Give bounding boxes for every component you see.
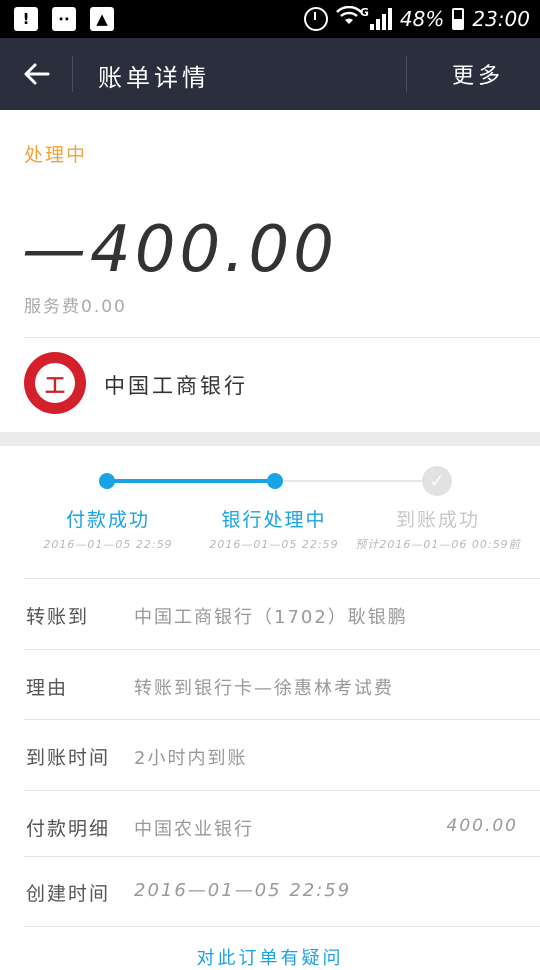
icbc-logo-icon: 工: [24, 352, 86, 414]
status-label: 处理中: [24, 144, 88, 166]
battery-icon: [452, 7, 465, 30]
progress-step-arrived: 到账成功 预计2016—01—06 00:59前: [353, 505, 523, 552]
progress-track-pending: [275, 480, 437, 482]
section-gap: [0, 432, 540, 446]
divider: [24, 578, 540, 579]
detail-value-payment: 中国农业银行: [134, 819, 254, 840]
divider: [24, 337, 540, 338]
progress-track-complete: [107, 479, 275, 483]
question-link[interactable]: 对此订单有疑问: [0, 944, 540, 970]
bank-name: 中国工商银行: [104, 374, 248, 398]
step-label: 到账成功: [395, 509, 480, 531]
page-title: 账单详情: [98, 64, 210, 92]
divider: [24, 719, 540, 720]
battery-percent: 48%: [399, 6, 445, 31]
divider: [24, 926, 540, 927]
detail-label-created: 创建时间: [26, 883, 111, 905]
detail-value-reason: 转账到银行卡—徐惠林考试费: [134, 678, 394, 699]
amount: —400.00: [22, 213, 338, 287]
divider: [24, 649, 540, 650]
detail-value-arrival: 2小时内到账: [134, 748, 248, 769]
detail-value-created: 2016—01—05 22:59: [134, 880, 352, 901]
divider: [24, 790, 540, 791]
more-button[interactable]: 更多: [452, 58, 504, 90]
check-icon: ✓: [422, 466, 452, 496]
step-time: 2016—01—05 22:59: [209, 538, 339, 551]
service-fee: 服务费0.00: [24, 297, 127, 317]
step-label: 银行处理中: [221, 509, 327, 531]
header-divider: [406, 56, 407, 92]
progress-dot-processing: [267, 473, 283, 489]
progress-step-processing: 银行处理中 2016—01—05 22:59: [189, 505, 359, 552]
clock: 23:00: [472, 6, 530, 31]
status-bar: ! ⋅⋅ ▲ G 48% 23:00: [0, 0, 540, 38]
status-bar-left: ! ⋅⋅ ▲: [14, 7, 114, 31]
app-header: 账单详情 更多: [0, 38, 540, 110]
step-time: 2016—01—05 22:59: [43, 538, 173, 551]
image-icon: ▲: [90, 7, 114, 31]
status-bar-right: G 48% 23:00: [303, 5, 530, 31]
detail-value-payee: 中国工商银行（1702）耿银鹏: [134, 607, 408, 628]
step-time: 预计2016—01—06 00:59前: [355, 538, 521, 551]
alarm-icon: [303, 6, 328, 31]
chat-icon: ⋅⋅: [52, 7, 76, 31]
step-label: 付款成功: [65, 509, 150, 531]
detail-label-arrival: 到账时间: [26, 747, 111, 769]
wifi-icon: [336, 5, 362, 31]
progress-step-paid: 付款成功 2016—01—05 22:59: [23, 505, 193, 552]
network-type: G: [359, 5, 369, 19]
progress-dot-paid: [99, 473, 115, 489]
divider: [24, 856, 540, 857]
warning-icon: !: [14, 7, 38, 31]
detail-label-payment: 付款明细: [26, 818, 111, 840]
header-divider: [72, 56, 73, 92]
detail-label-payee: 转账到: [26, 606, 90, 628]
signal-icon: G: [360, 6, 392, 30]
back-arrow-icon[interactable]: [20, 58, 52, 90]
detail-payment-amount: 400.00: [446, 816, 518, 836]
icbc-logo-mark: 工: [35, 363, 75, 403]
detail-label-reason: 理由: [26, 677, 69, 699]
